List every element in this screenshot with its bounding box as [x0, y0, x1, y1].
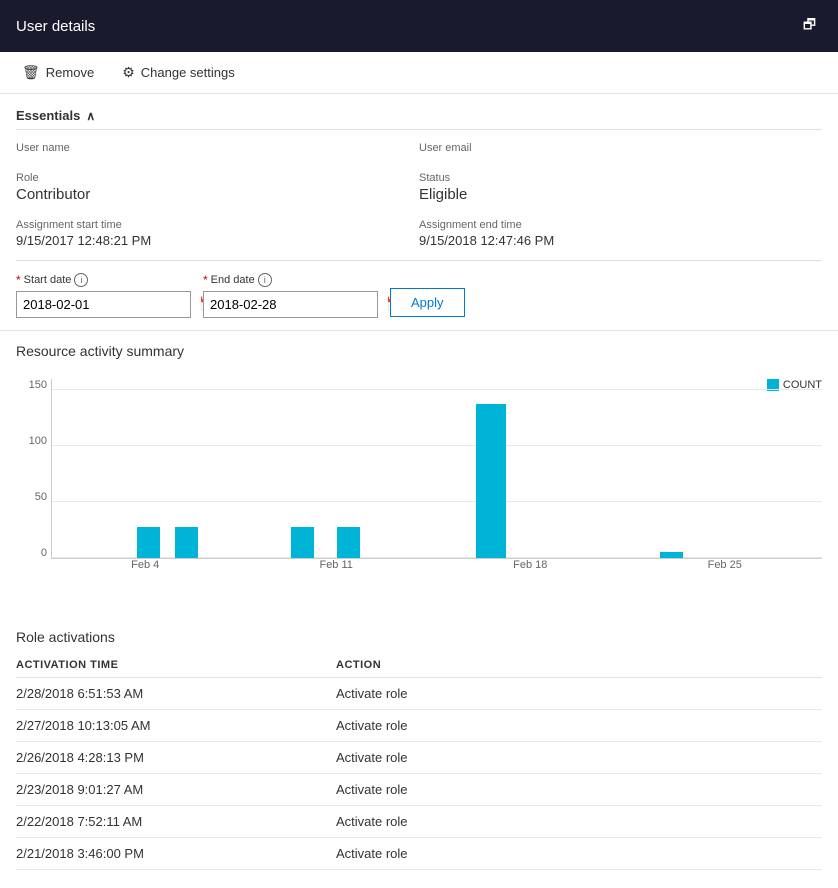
- page-title: User details: [16, 18, 95, 35]
- table-header-row: ACTIVATION TIME ACTION: [16, 653, 822, 678]
- action-cell: Activate role: [336, 742, 822, 774]
- end-required-star: *: [203, 273, 208, 287]
- activation-time-cell: 2/27/2018 10:13:05 AM: [16, 710, 336, 742]
- y-label-100: 100: [29, 435, 47, 447]
- status-value: Eligible: [419, 186, 822, 203]
- user-name-field: User name: [16, 138, 419, 160]
- end-date-input-wrapper: 📅: [203, 291, 378, 318]
- remove-icon: 🗑: [22, 64, 40, 81]
- chart-bar: [291, 527, 314, 558]
- table-row: 2/28/2018 6:51:53 AMActivate role: [16, 678, 822, 710]
- start-date-input[interactable]: [23, 297, 199, 312]
- settings-icon: ⚙: [122, 64, 135, 81]
- activations-table: ACTIVATION TIME ACTION 2/28/2018 6:51:53…: [16, 653, 822, 870]
- table-body: 2/28/2018 6:51:53 AMActivate role2/27/20…: [16, 678, 822, 870]
- table-row: 2/23/2018 9:01:27 AMActivate role: [16, 774, 822, 806]
- grid-line-0: [52, 557, 822, 558]
- x-axis-labels: Feb 4 Feb 11 Feb 18 Feb 25: [51, 559, 822, 579]
- start-date-label-text: Start date: [24, 274, 72, 286]
- required-star: *: [16, 273, 21, 287]
- user-email-field: User email: [419, 138, 822, 160]
- x-label-feb4: Feb 4: [131, 559, 159, 579]
- assignment-end-field: Assignment end time 9/15/2018 12:47:46 P…: [419, 215, 822, 252]
- action-cell: Activate role: [336, 710, 822, 742]
- grid-line-150: [52, 389, 822, 390]
- action-cell: Activate role: [336, 838, 822, 870]
- chart-bar: [476, 404, 507, 558]
- activation-time-cell: 2/26/2018 4:28:13 PM: [16, 742, 336, 774]
- essentials-label: Essentials: [16, 108, 80, 123]
- table-header: ACTIVATION TIME ACTION: [16, 653, 822, 678]
- chart-title: Resource activity summary: [16, 343, 822, 359]
- col-action: ACTION: [336, 653, 822, 678]
- title-bar: User details 🗗: [0, 0, 838, 52]
- chart-bar: [337, 527, 360, 558]
- start-date-label: * Start date i: [16, 273, 191, 287]
- assignment-start-value: 9/15/2017 12:48:21 PM: [16, 233, 419, 248]
- y-axis: 150 100 50 0: [16, 379, 51, 559]
- status-label: Status: [419, 172, 822, 184]
- activation-time-cell: 2/28/2018 6:51:53 AM: [16, 678, 336, 710]
- start-date-input-wrapper: 📅: [16, 291, 191, 318]
- end-date-info-icon[interactable]: i: [258, 273, 272, 287]
- essentials-grid: User name User email Role Contributor St…: [16, 130, 822, 261]
- chart-plot: [51, 379, 822, 559]
- assignment-start-field: Assignment start time 9/15/2017 12:48:21…: [16, 215, 419, 252]
- activations-title: Role activations: [16, 629, 822, 645]
- end-date-label: * End date i: [203, 273, 378, 287]
- chart-area: 150 100 50 0 Feb 4 Feb 11 Feb 18 Feb 25: [16, 379, 822, 579]
- toolbar: 🗑 Remove ⚙ Change settings: [0, 52, 838, 94]
- essentials-header[interactable]: Essentials ∧: [16, 102, 822, 130]
- apply-button[interactable]: Apply: [390, 288, 465, 317]
- end-date-label-text: End date: [211, 274, 255, 286]
- activation-time-cell: 2/21/2018 3:46:00 PM: [16, 838, 336, 870]
- x-label-feb25: Feb 25: [708, 559, 742, 579]
- chart-bar: [175, 527, 198, 558]
- grid-line-50: [52, 501, 822, 502]
- y-label-50: 50: [35, 491, 47, 503]
- y-label-0: 0: [41, 547, 47, 559]
- date-filter-row: * Start date i 📅 * End date i 📅 Apply: [0, 261, 838, 331]
- x-label-feb18: Feb 18: [513, 559, 547, 579]
- chart-container: COUNT 150 100 50 0 Feb 4 Feb 11 Feb 18 F…: [16, 379, 822, 609]
- y-label-150: 150: [29, 379, 47, 391]
- role-label: Role: [16, 172, 419, 184]
- window-controls: 🗗: [797, 12, 822, 40]
- table-row: 2/22/2018 7:52:11 AMActivate role: [16, 806, 822, 838]
- chart-bar: [137, 527, 160, 558]
- remove-label: Remove: [46, 65, 94, 80]
- table-row: 2/26/2018 4:28:13 PMActivate role: [16, 742, 822, 774]
- x-label-feb11: Feb 11: [319, 559, 352, 579]
- user-email-label: User email: [419, 142, 822, 154]
- col-activation-time: ACTIVATION TIME: [16, 653, 336, 678]
- activation-time-cell: 2/22/2018 7:52:11 AM: [16, 806, 336, 838]
- status-field: Status Eligible: [419, 168, 822, 207]
- user-name-label: User name: [16, 142, 419, 154]
- assignment-start-label: Assignment start time: [16, 219, 419, 231]
- chart-bar: [660, 552, 683, 558]
- remove-button[interactable]: 🗑 Remove: [16, 60, 100, 85]
- chevron-up-icon: ∧: [86, 109, 95, 123]
- table-row: 2/27/2018 10:13:05 AMActivate role: [16, 710, 822, 742]
- role-field: Role Contributor: [16, 168, 419, 207]
- chart-section: Resource activity summary COUNT 150 100 …: [0, 331, 838, 621]
- essentials-section: Essentials ∧ User name User email Role C…: [0, 94, 838, 261]
- activations-section: Role activations ACTIVATION TIME ACTION …: [0, 621, 838, 878]
- action-cell: Activate role: [336, 774, 822, 806]
- assignment-end-value: 9/15/2018 12:47:46 PM: [419, 233, 822, 248]
- restore-button[interactable]: 🗗: [797, 12, 822, 40]
- end-date-input[interactable]: [210, 297, 386, 312]
- start-date-info-icon[interactable]: i: [74, 273, 88, 287]
- end-date-field: * End date i 📅: [203, 273, 378, 318]
- assignment-end-label: Assignment end time: [419, 219, 822, 231]
- start-date-field: * Start date i 📅: [16, 273, 191, 318]
- change-settings-button[interactable]: ⚙ Change settings: [116, 60, 241, 85]
- action-cell: Activate role: [336, 678, 822, 710]
- table-row: 2/21/2018 3:46:00 PMActivate role: [16, 838, 822, 870]
- action-cell: Activate role: [336, 806, 822, 838]
- change-settings-label: Change settings: [141, 65, 235, 80]
- activation-time-cell: 2/23/2018 9:01:27 AM: [16, 774, 336, 806]
- grid-line-100: [52, 445, 822, 446]
- role-value: Contributor: [16, 186, 419, 203]
